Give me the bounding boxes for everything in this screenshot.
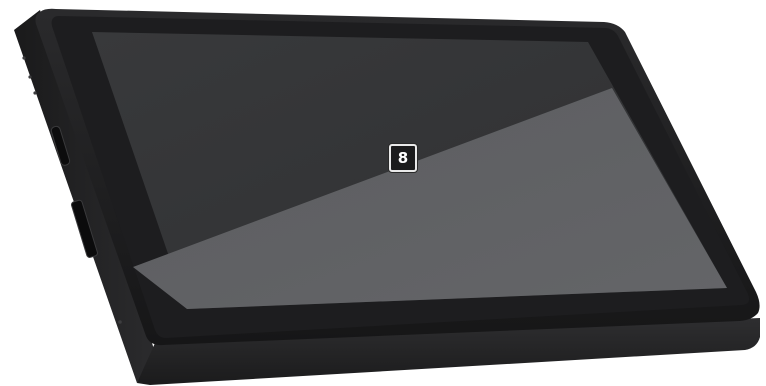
side-indicator-1: [22, 56, 26, 60]
tablet-device: [14, 8, 760, 385]
callout-number-badge: 8: [389, 144, 417, 172]
side-indicator-2: [28, 75, 32, 79]
side-indicator-3: [33, 91, 37, 95]
side-indicator-4: [118, 320, 122, 324]
product-photo: 8: [0, 0, 766, 386]
